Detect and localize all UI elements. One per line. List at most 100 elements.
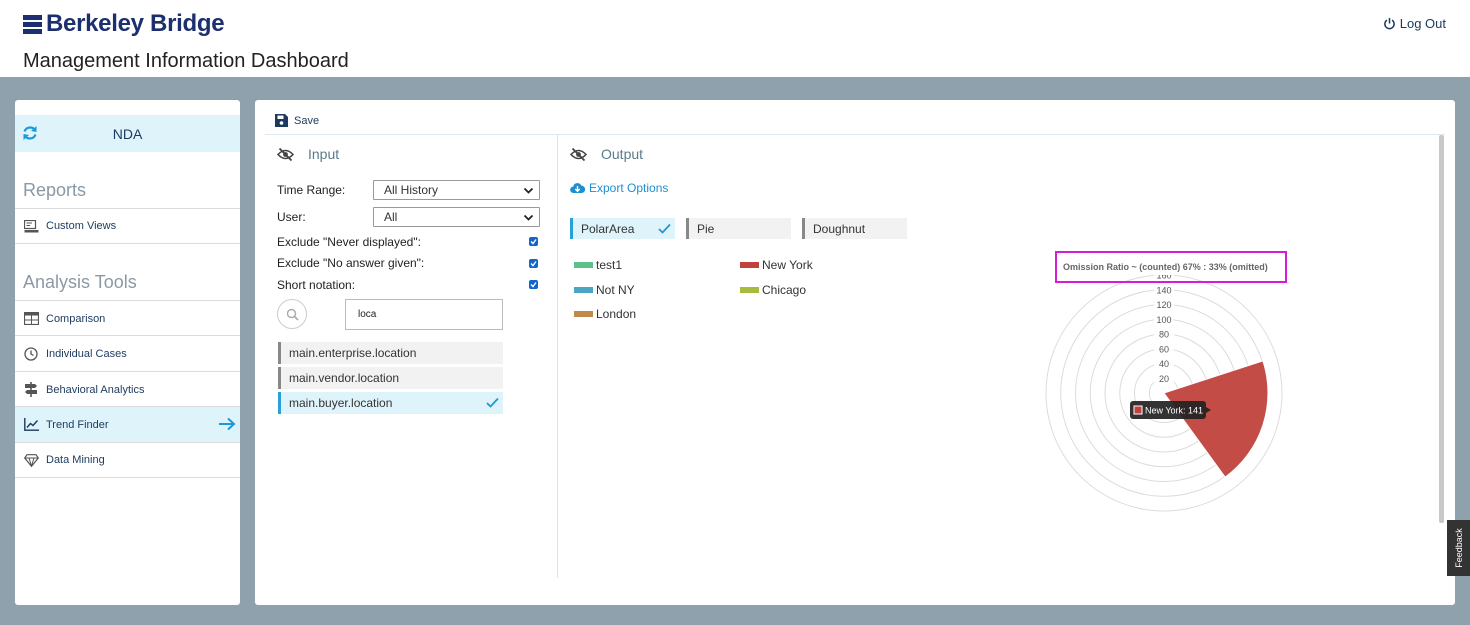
output-title: Output bbox=[601, 146, 644, 162]
legend-label: Not NY bbox=[596, 283, 635, 297]
search-icon bbox=[286, 308, 299, 321]
legend-item-not-ny[interactable]: Not NY bbox=[574, 283, 635, 297]
legend-swatch bbox=[574, 287, 593, 293]
legend-swatch bbox=[574, 262, 593, 268]
nav-label: Behavioral Analytics bbox=[46, 383, 145, 396]
check-icon bbox=[530, 282, 537, 288]
reports-heading: Reports bbox=[23, 180, 87, 200]
output-panel: Output Export Options PolarArea Pie Doug… bbox=[558, 135, 1438, 578]
tooltip-text: New York: 141 bbox=[1145, 406, 1203, 416]
legend-swatch bbox=[740, 262, 759, 268]
tab-label: Doughnut bbox=[813, 221, 866, 236]
top-bar: Berkeley Bridge Log Out Management Infor… bbox=[0, 0, 1470, 77]
brand-logo[interactable]: Berkeley Bridge bbox=[23, 10, 225, 38]
tick-label: 80 bbox=[1159, 330, 1169, 340]
tooltip-swatch bbox=[1133, 405, 1143, 415]
nav-comparison[interactable]: Comparison bbox=[15, 300, 240, 336]
power-icon bbox=[1383, 17, 1395, 30]
floppy-disk-icon bbox=[275, 114, 288, 127]
check-icon bbox=[530, 239, 537, 245]
result-item-vendor-location[interactable]: main.vendor.location bbox=[278, 367, 503, 389]
tab-pie[interactable]: Pie bbox=[686, 218, 791, 239]
project-name: NDA bbox=[112, 125, 143, 142]
nav-behavioral-analytics[interactable]: Behavioral Analytics bbox=[15, 371, 240, 407]
result-item-buyer-location[interactable]: main.buyer.location bbox=[278, 392, 503, 414]
sidebar: NDA Reports Custom Views Analysis Tools … bbox=[15, 100, 240, 605]
diamond-icon bbox=[23, 452, 39, 468]
signpost-icon bbox=[23, 382, 39, 398]
exclude-never-label: Exclude "Never displayed": bbox=[277, 235, 421, 249]
legend-swatch bbox=[574, 311, 593, 317]
checkmark-icon bbox=[486, 397, 499, 408]
user-value: All bbox=[384, 210, 398, 224]
table-icon bbox=[23, 311, 39, 327]
result-item-enterprise-location[interactable]: main.enterprise.location bbox=[278, 342, 503, 364]
tick-label: 120 bbox=[1156, 300, 1171, 310]
short-notation-checkbox[interactable] bbox=[529, 280, 538, 289]
nav-label: Trend Finder bbox=[46, 418, 109, 431]
tick-label: 40 bbox=[1159, 359, 1169, 369]
project-selector[interactable]: NDA bbox=[15, 115, 240, 152]
chevron-down-icon bbox=[523, 214, 534, 221]
nav-label: Custom Views bbox=[46, 220, 117, 232]
legend-item-london[interactable]: London bbox=[574, 307, 636, 321]
result-label: main.enterprise.location bbox=[289, 346, 417, 360]
cloud-download-icon bbox=[570, 183, 585, 194]
brand-name: Berkeley Bridge bbox=[46, 10, 225, 37]
arrow-right-icon bbox=[219, 417, 236, 431]
tab-doughnut[interactable]: Doughnut bbox=[802, 218, 907, 239]
legend-label: London bbox=[596, 307, 637, 321]
logout-label: Log Out bbox=[1399, 16, 1446, 31]
search-button[interactable] bbox=[277, 299, 307, 329]
input-title: Input bbox=[308, 146, 340, 162]
short-notation-label: Short notation: bbox=[277, 278, 356, 292]
eye-slash-icon[interactable] bbox=[570, 147, 587, 161]
time-range-label: Time Range: bbox=[277, 183, 346, 197]
nav-label: Individual Cases bbox=[46, 347, 127, 360]
search-input[interactable] bbox=[345, 299, 503, 330]
page-title: Management Information Dashboard bbox=[23, 50, 349, 72]
eye-slash-icon[interactable] bbox=[277, 147, 294, 161]
tick-label: 20 bbox=[1159, 374, 1169, 384]
tab-label: Pie bbox=[697, 221, 715, 236]
main-panel: Save Input Time Range: All History User:… bbox=[255, 100, 1455, 605]
input-header[interactable]: Input bbox=[277, 146, 339, 162]
exclude-no-answer-checkbox[interactable] bbox=[529, 259, 538, 268]
exclude-never-checkbox[interactable] bbox=[529, 237, 538, 246]
nav-label: Comparison bbox=[46, 312, 106, 325]
clock-icon bbox=[23, 346, 39, 362]
legend-item-chicago[interactable]: Chicago bbox=[740, 283, 806, 297]
checkmark-icon bbox=[658, 223, 671, 234]
export-options-button[interactable]: Export Options bbox=[570, 181, 668, 195]
user-label: User: bbox=[277, 210, 306, 224]
feedback-tab[interactable]: Feedback bbox=[1447, 520, 1470, 576]
check-icon bbox=[530, 261, 537, 267]
nav-individual-cases[interactable]: Individual Cases bbox=[15, 335, 240, 371]
analysis-tools-heading: Analysis Tools bbox=[23, 272, 137, 292]
legend-item-new-york[interactable]: New York bbox=[740, 258, 813, 272]
time-range-select[interactable]: All History bbox=[373, 180, 540, 200]
refresh-icon[interactable] bbox=[22, 124, 38, 142]
trend-icon bbox=[23, 417, 39, 433]
input-panel: Input Time Range: All History User: All … bbox=[267, 135, 558, 578]
logout-button[interactable]: Log Out bbox=[1383, 16, 1446, 31]
nav-trend-finder[interactable]: Trend Finder bbox=[15, 406, 240, 442]
output-header[interactable]: Output bbox=[570, 146, 643, 162]
legend-item-test1[interactable]: test1 bbox=[574, 258, 622, 272]
tick-label: 100 bbox=[1156, 315, 1171, 325]
polar-area-chart: 20406080100120140160New York: 141 bbox=[1045, 275, 1283, 512]
scrollbar[interactable] bbox=[1439, 135, 1444, 523]
nav-data-mining[interactable]: Data Mining bbox=[15, 442, 240, 478]
tab-polararea[interactable]: PolarArea bbox=[570, 218, 675, 239]
tick-label: 60 bbox=[1159, 344, 1169, 354]
tab-label: PolarArea bbox=[581, 221, 635, 236]
logo-mark-icon bbox=[23, 14, 42, 34]
save-button[interactable]: Save bbox=[275, 114, 319, 127]
user-select[interactable]: All bbox=[373, 207, 540, 227]
nav-label: Data Mining bbox=[46, 454, 105, 466]
custom-views-icon bbox=[23, 218, 39, 234]
export-label: Export Options bbox=[589, 181, 669, 195]
nav-custom-views[interactable]: Custom Views bbox=[15, 208, 240, 244]
result-label: main.vendor.location bbox=[289, 371, 400, 385]
legend-swatch bbox=[740, 287, 759, 293]
